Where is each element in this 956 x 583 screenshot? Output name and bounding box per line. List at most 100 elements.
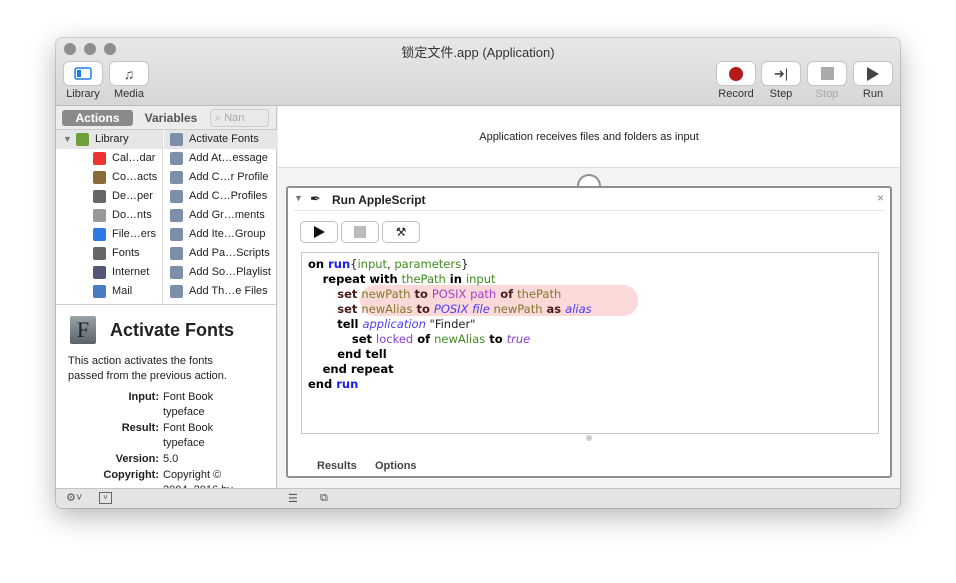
category-item[interactable]: Fonts bbox=[56, 244, 162, 263]
code-token: application bbox=[362, 317, 426, 331]
window-title: 锁定文件.app (Application) bbox=[401, 45, 555, 60]
code-line: end tell bbox=[308, 347, 872, 362]
action-item[interactable]: Add Pa…Scripts bbox=[164, 244, 277, 263]
category-item[interactable]: De…per bbox=[56, 187, 162, 206]
script-editor[interactable]: on run{input, parameters} repeat with th… bbox=[301, 252, 879, 441]
action-item[interactable]: Add C…r Profile bbox=[164, 168, 277, 187]
tab-options[interactable]: Options bbox=[375, 460, 417, 472]
action-label: Add Ite…Group bbox=[189, 228, 266, 240]
action-icon bbox=[170, 247, 183, 260]
disclosure-triangle-icon[interactable]: ▼ bbox=[63, 130, 72, 149]
internet-icon bbox=[93, 266, 106, 279]
code-token: true bbox=[506, 332, 531, 346]
code-token: set bbox=[337, 302, 362, 316]
action-label: Add Pa…Scripts bbox=[189, 247, 270, 259]
action-item[interactable]: Add Ite…Group bbox=[164, 225, 277, 244]
action-icon bbox=[170, 133, 183, 146]
library-icon bbox=[76, 133, 89, 146]
media-button[interactable]: ♫ Media bbox=[109, 62, 149, 100]
action-item[interactable]: Add So…Playlist bbox=[164, 263, 277, 282]
action-icon bbox=[170, 228, 183, 241]
media-label: Media bbox=[114, 88, 144, 100]
run-button[interactable]: Run bbox=[853, 62, 893, 100]
field-value: 5.0 bbox=[163, 453, 179, 465]
compile-button[interactable]: ⚒ bbox=[383, 222, 419, 242]
category-item[interactable]: File…ers bbox=[56, 225, 162, 244]
category-item[interactable]: Do…nts bbox=[56, 206, 162, 225]
category-label: Co…acts bbox=[112, 171, 158, 183]
action-item[interactable]: Add Th…e Files bbox=[164, 282, 277, 301]
code-token: "Finder" bbox=[425, 317, 476, 331]
action-item[interactable]: Activate Fonts bbox=[164, 130, 277, 149]
run-script-button[interactable] bbox=[301, 222, 337, 242]
flow-view-icon[interactable]: ⧉ bbox=[320, 492, 328, 505]
category-label: Library bbox=[95, 133, 129, 145]
action-label: Add C…Profiles bbox=[189, 190, 268, 202]
stop-icon bbox=[820, 67, 834, 80]
field-value: Font Book typeface bbox=[163, 422, 214, 449]
stop-button[interactable]: Stop bbox=[807, 62, 847, 100]
record-button[interactable]: Record bbox=[714, 62, 758, 100]
code-token: POSIX path bbox=[431, 287, 497, 301]
category-label: Do…nts bbox=[112, 209, 152, 221]
code-line: set newAlias to POSIX file newPath as al… bbox=[308, 302, 872, 317]
library-button[interactable]: Library bbox=[63, 62, 103, 100]
code-token: thePath bbox=[517, 287, 562, 301]
code-token: end bbox=[308, 377, 337, 391]
category-item[interactable]: Cal…dar bbox=[56, 149, 162, 168]
documents-icon bbox=[93, 209, 106, 222]
code-line: repeat with thePath in input bbox=[308, 272, 872, 287]
library-panel: Actions Variables ⌕ Nan ▼ Library Cal…dar C… bbox=[56, 106, 277, 496]
code-token: set bbox=[351, 332, 377, 346]
action-icon bbox=[170, 152, 183, 165]
code-token: } bbox=[461, 257, 469, 271]
category-item[interactable]: Mail bbox=[56, 282, 162, 301]
action-icon bbox=[170, 171, 183, 184]
tab-actions[interactable]: Actions bbox=[62, 110, 133, 126]
record-icon bbox=[729, 66, 743, 81]
disclosure-triangle-icon[interactable]: ▼ bbox=[294, 193, 303, 203]
code-token: run bbox=[328, 257, 351, 271]
stop-script-button[interactable] bbox=[342, 222, 378, 242]
field-label: Version: bbox=[115, 453, 159, 465]
code-token: to bbox=[410, 287, 432, 301]
action-item[interactable]: Add Gr…ments bbox=[164, 206, 277, 225]
close-action-icon[interactable]: × bbox=[877, 191, 884, 205]
search-placeholder: Nan bbox=[224, 112, 245, 124]
finder-icon bbox=[93, 228, 106, 241]
step-button[interactable]: ➜| Step bbox=[761, 62, 801, 100]
code-token: parameters bbox=[394, 257, 462, 271]
tab-variables[interactable]: Variables bbox=[140, 110, 202, 126]
category-item[interactable]: Co…acts bbox=[56, 168, 162, 187]
fonts-icon: F bbox=[70, 316, 96, 344]
play-icon bbox=[313, 226, 325, 238]
title-bar: 锁定文件.app (Application) Library ♫ Media R… bbox=[56, 38, 900, 106]
search-input[interactable]: ⌕ Nan bbox=[210, 109, 269, 127]
record-label: Record bbox=[718, 88, 754, 100]
category-item[interactable]: Internet bbox=[56, 263, 162, 282]
code-token: end tell bbox=[337, 347, 387, 361]
bottom-bar: ⚙˅ ˅ ☰ ⧉ bbox=[56, 488, 900, 508]
code-token: locked bbox=[376, 332, 414, 346]
tab-results[interactable]: Results bbox=[317, 460, 357, 472]
code-line: tell application "Finder" bbox=[308, 317, 872, 332]
code-token: newPath bbox=[361, 287, 411, 301]
show-description-icon[interactable]: ˅ bbox=[99, 492, 112, 504]
action-item[interactable]: Add At…essage bbox=[164, 149, 277, 168]
code-line: end run bbox=[308, 377, 872, 392]
list-view-icon[interactable]: ☰ bbox=[288, 492, 298, 505]
action-item[interactable]: Add C…Profiles bbox=[164, 187, 277, 206]
resize-handle[interactable] bbox=[586, 435, 592, 441]
code-line: set locked of newAlias to true bbox=[308, 332, 872, 347]
category-item[interactable]: ▼ Library bbox=[56, 130, 162, 149]
calendar-icon bbox=[93, 152, 106, 165]
code-token: input bbox=[465, 272, 496, 286]
gear-menu-icon[interactable]: ⚙˅ bbox=[66, 491, 82, 504]
action-title: Run AppleScript bbox=[332, 193, 426, 207]
action-label: Add Gr…ments bbox=[189, 209, 265, 221]
